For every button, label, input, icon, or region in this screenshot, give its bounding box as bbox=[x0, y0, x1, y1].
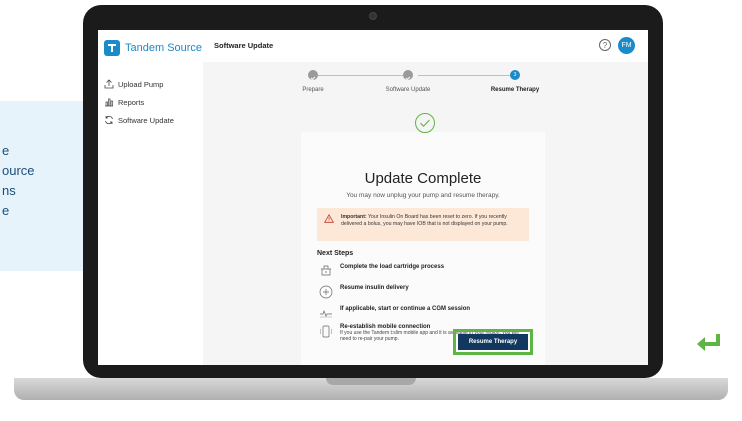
tandem-logo-icon bbox=[104, 40, 120, 56]
main-content: 3 Prepare Software Update Resume Therapy… bbox=[203, 62, 648, 365]
return-arrow-icon[interactable] bbox=[695, 332, 723, 359]
sidebar-nav: Upload Pump Reports Software Update bbox=[104, 75, 174, 129]
iob-warning-alert: Important: Your Insulin On Board has bee… bbox=[317, 208, 529, 241]
completion-subtitle: You may now unplug your pump and resume … bbox=[346, 192, 500, 199]
cartridge-icon bbox=[321, 265, 331, 276]
sidebar-item-label: Upload Pump bbox=[118, 79, 164, 89]
bar-chart-icon bbox=[105, 98, 113, 107]
refresh-icon bbox=[105, 115, 113, 125]
callout-line: e bbox=[2, 143, 10, 158]
success-check-icon bbox=[414, 112, 436, 139]
sidebar-item-reports[interactable]: Reports bbox=[104, 93, 174, 111]
cgm-sensor-icon bbox=[320, 309, 332, 318]
camera-icon bbox=[369, 12, 377, 20]
avatar[interactable]: FM bbox=[618, 37, 635, 54]
step-label-prepare: Prepare bbox=[302, 87, 324, 93]
top-bar: Software Update ? FM bbox=[203, 30, 648, 63]
alert-strong: Important: bbox=[341, 214, 367, 220]
sidebar: Tandem Source Upload Pump Reports Softwa… bbox=[98, 30, 204, 365]
next-step-label: If applicable, start or continue a CGM s… bbox=[340, 306, 471, 312]
mobile-phone-icon bbox=[320, 325, 332, 338]
callout-line: e bbox=[2, 203, 10, 218]
step-complete-check-icon bbox=[308, 70, 318, 81]
sidebar-item-label: Software Update bbox=[118, 115, 174, 125]
help-icon[interactable]: ? bbox=[599, 39, 611, 51]
page-title: Software Update bbox=[214, 41, 274, 50]
laptop-base bbox=[14, 378, 728, 400]
alert-text: Your Insulin On Board has been reset to … bbox=[341, 214, 508, 227]
completion-title: Update Complete bbox=[364, 170, 482, 187]
callout-line: ns bbox=[2, 183, 16, 198]
sidebar-item-software-update[interactable]: Software Update bbox=[104, 111, 174, 129]
app-screen: Tandem Source Upload Pump Reports Softwa… bbox=[98, 30, 648, 365]
warning-icon bbox=[324, 214, 334, 223]
sidebar-item-label: Reports bbox=[118, 97, 145, 107]
step-complete-check-icon bbox=[403, 70, 413, 81]
callout-line: ource bbox=[2, 163, 35, 178]
step-connector bbox=[316, 75, 408, 76]
alert-message: Important: Your Insulin On Board has bee… bbox=[341, 214, 525, 227]
resume-therapy-button[interactable]: Resume Therapy bbox=[458, 334, 528, 350]
upload-icon bbox=[104, 79, 114, 89]
laptop-bezel: Tandem Source Upload Pump Reports Softwa… bbox=[83, 5, 663, 378]
next-steps-heading: Next Steps bbox=[317, 250, 354, 257]
next-step-label: Complete the load cartridge process bbox=[340, 264, 445, 270]
step-label-resume-therapy: Resume Therapy bbox=[490, 87, 540, 93]
next-step-item: Complete the load cartridge process bbox=[319, 264, 444, 278]
step-label-software-update: Software Update bbox=[385, 87, 431, 93]
next-step-label: Resume insulin delivery bbox=[340, 285, 409, 291]
brand-name: Tandem Source bbox=[125, 42, 203, 54]
laptop-notch bbox=[326, 378, 416, 385]
step-active-indicator: 3 bbox=[510, 70, 520, 80]
step-connector bbox=[418, 75, 510, 76]
next-step-item: Resume insulin delivery bbox=[319, 285, 409, 299]
progress-stepper: 3 Prepare Software Update Resume Therapy bbox=[203, 62, 648, 112]
insulin-drop-icon bbox=[319, 285, 333, 299]
brand-logo[interactable]: Tandem Source bbox=[104, 40, 202, 56]
next-step-item: If applicable, start or continue a CGM s… bbox=[319, 306, 470, 320]
sidebar-item-upload-pump[interactable]: Upload Pump bbox=[104, 75, 174, 93]
